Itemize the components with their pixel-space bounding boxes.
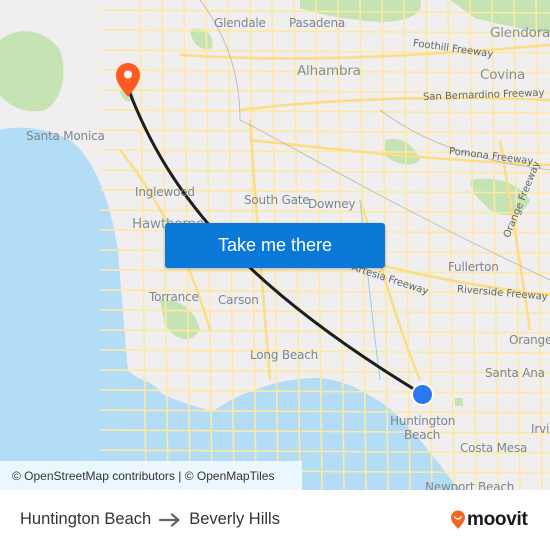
map-attribution[interactable]: © OpenStreetMap contributors | © OpenMap…	[0, 461, 302, 490]
place-label: Inglewood	[135, 185, 195, 199]
moovit-logo[interactable]: moovit	[450, 509, 528, 531]
street	[99, 29, 550, 34]
place-label: Alhambra	[297, 63, 361, 79]
place-label: Costa Mesa	[460, 441, 528, 455]
attribution-text[interactable]: © OpenStreetMap contributors | © OpenMap…	[12, 469, 274, 483]
destination-marker-icon[interactable]	[114, 62, 142, 98]
place-label: Torrance	[149, 290, 199, 304]
place-label: Carson	[218, 293, 259, 307]
street	[469, 0, 477, 490]
map[interactable]: Glendale Pasadena Glendora Alhambra Covi…	[0, 0, 550, 490]
route-title: Huntington Beach Beverly Hills	[20, 510, 280, 529]
place-label: Newport Beach	[425, 480, 515, 490]
place-label: Santa Monica	[26, 129, 105, 143]
place-label: Irvi	[531, 422, 550, 436]
place-label: Orange	[509, 333, 550, 347]
place-label: Beach	[404, 428, 441, 442]
arrow-right-icon	[159, 512, 181, 527]
take-me-there-button[interactable]: Take me there	[165, 223, 385, 268]
place-label: South Gate	[244, 193, 310, 207]
place-label: Fullerton	[448, 260, 499, 274]
brand-name: moovit	[467, 509, 528, 530]
street	[99, 369, 550, 374]
destination-name: Beverly Hills	[189, 510, 280, 528]
place-label: Glendora	[490, 25, 550, 41]
place-label: Pasadena	[289, 16, 346, 30]
street	[99, 109, 550, 114]
street	[99, 349, 550, 354]
place-label: Glendale	[214, 16, 266, 30]
place-label: Downey	[308, 197, 356, 211]
footer: Huntington Beach Beverly Hills moovit	[0, 490, 550, 550]
moovit-pin-icon	[451, 510, 465, 529]
place-label: Santa Ana	[485, 366, 545, 380]
place-label: Long Beach	[250, 348, 319, 362]
place-label: Huntington	[390, 414, 456, 428]
origin-name: Huntington Beach	[20, 510, 152, 528]
place-label: Covina	[480, 67, 526, 83]
street	[99, 129, 550, 134]
origin-marker-icon[interactable]	[410, 382, 435, 407]
